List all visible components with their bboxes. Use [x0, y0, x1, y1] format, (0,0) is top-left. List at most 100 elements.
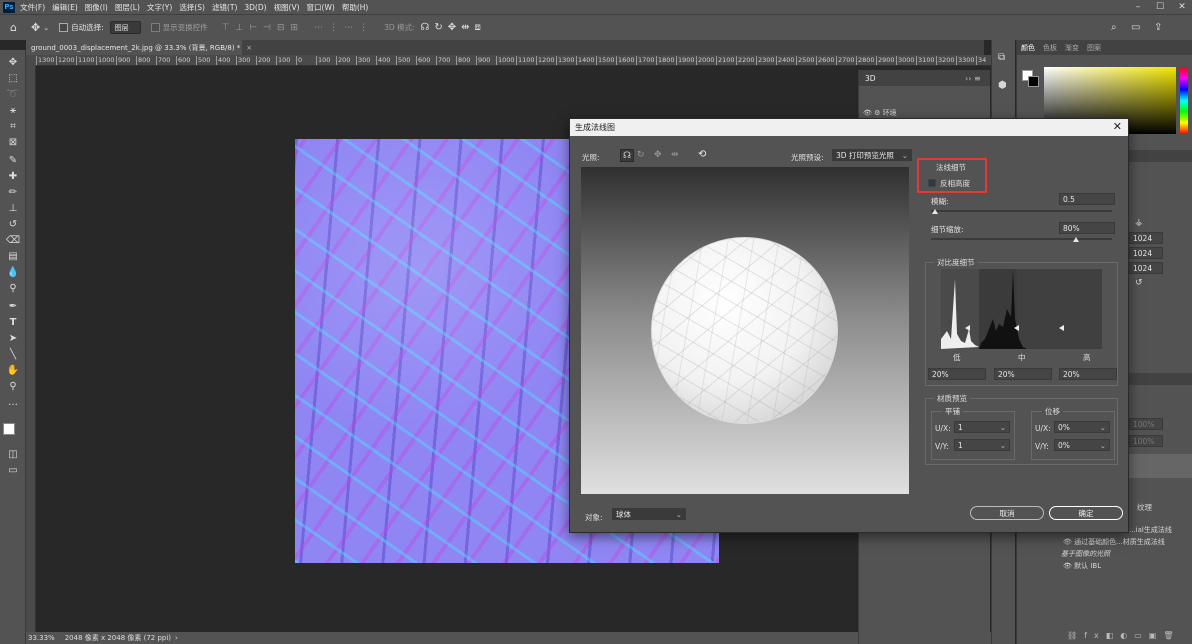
detail-scale-slider-thumb[interactable] [1072, 237, 1079, 242]
tile-v-field[interactable]: 1 ⌄ [954, 439, 1010, 451]
chevron-right-icon[interactable]: › [175, 634, 178, 642]
path-select-icon[interactable]: ➤ [5, 332, 21, 346]
type-tool-icon[interactable]: T [5, 316, 21, 330]
close-window-icon[interactable]: ✕ [1172, 0, 1192, 14]
3d-panel-icon[interactable]: ⬢ [998, 80, 1007, 91]
crop-tool-icon[interactable]: ⌗ [5, 120, 21, 134]
tab-swatches[interactable]: 色板 [1039, 43, 1061, 53]
object-select[interactable]: 球体 ⌄ [612, 508, 686, 520]
healing-brush-icon[interactable]: ✚ [5, 170, 21, 184]
preview-area[interactable] [581, 167, 909, 494]
tab-gradients[interactable]: 渐变 [1061, 43, 1083, 53]
home-icon[interactable]: ⌂ [10, 21, 17, 34]
bg-swatch[interactable] [1028, 76, 1039, 87]
dodge-tool-icon[interactable]: ⚲ [5, 282, 21, 296]
contrast-histogram[interactable] [941, 269, 1102, 349]
brush-tool-icon[interactable]: ✏ [5, 186, 21, 200]
high-field[interactable]: 20% [1059, 368, 1117, 380]
detail-scale-field[interactable]: 80% [1059, 222, 1115, 234]
reset-icon[interactable]: ↺ [1135, 278, 1143, 288]
dialog-close-icon[interactable]: ✕ [1113, 120, 1122, 133]
marquee-tool-icon[interactable]: ⬚ [5, 72, 21, 86]
menu-edit[interactable]: 编辑(E) [52, 2, 78, 13]
gradient-tool-icon[interactable]: ▤ [5, 250, 21, 264]
frame-tool-icon[interactable]: ⊠ [5, 136, 21, 150]
tab-color[interactable]: 颜色 [1017, 43, 1039, 53]
align-icons[interactable]: ⊤⊥⊢⊣⊟⊞ [222, 23, 304, 33]
hand-tool-icon[interactable]: ✋ [5, 364, 21, 378]
drag-light-icon[interactable]: ✥ [654, 150, 662, 160]
light-icon[interactable]: ⚶ [1135, 218, 1143, 228]
sphere-preview[interactable] [651, 237, 838, 424]
rotate-light-icon[interactable]: ☊ [620, 149, 634, 162]
more-tools-icon[interactable]: … [5, 396, 21, 410]
menu-filter[interactable]: 滤镜(T) [212, 2, 237, 13]
pen-tool-icon[interactable]: ✒ [5, 300, 21, 314]
hue-slider[interactable] [1180, 67, 1188, 134]
foreground-color-swatch[interactable] [3, 423, 15, 435]
layer-panel-footer-icons[interactable]: ⛓fx◧◐▭▣🗑 [1067, 631, 1181, 640]
filter-item-2[interactable]: 👁 通过基础颜色...材质生成法线 [1063, 537, 1165, 547]
blur-slider-thumb[interactable] [931, 209, 938, 214]
minimize-icon[interactable]: – [1128, 0, 1148, 14]
slide-light-icon[interactable]: ⇹ [671, 150, 679, 160]
line-tool-icon[interactable]: ╲ [5, 348, 21, 362]
eraser-tool-icon[interactable]: ⌫ [5, 234, 21, 248]
document-tab[interactable]: ground_0003_displacement_2k.jpg @ 33.3% … [26, 40, 252, 55]
show-transform-checkbox[interactable] [150, 23, 160, 32]
zoom-tool-icon[interactable]: ⚲ [5, 380, 21, 394]
reset-light-icon[interactable]: ⟲ [698, 149, 706, 160]
opacity-field[interactable]: 100% [1129, 418, 1163, 430]
menu-help[interactable]: 帮助(H) [342, 2, 369, 13]
env-item[interactable]: 👁 ⚙ 环境 [863, 108, 897, 118]
auto-select-checkbox[interactable] [59, 23, 69, 32]
menu-view[interactable]: 视图(V) [274, 2, 300, 13]
blur-slider-track[interactable] [931, 210, 1112, 212]
roll-light-icon[interactable]: ↻ [637, 150, 645, 160]
menu-image[interactable]: 图像(I) [85, 2, 108, 13]
search-icon[interactable]: ⌕ [1111, 22, 1117, 33]
history-panel-icon[interactable]: ⧉ [998, 52, 1005, 63]
ok-button[interactable]: 确定 [1049, 506, 1123, 520]
layer-select[interactable]: 图层 [109, 21, 141, 34]
eyedropper-icon[interactable]: ✎ [5, 154, 21, 168]
value-field-1[interactable]: 1024 [1129, 232, 1163, 244]
chevron-down-icon[interactable]: ⌄ [43, 24, 49, 32]
layer-thumb-row[interactable] [1129, 454, 1192, 478]
offset-v-field[interactable]: 0% ⌄ [1054, 439, 1110, 451]
menu-3d[interactable]: 3D(D) [244, 3, 266, 12]
detail-scale-slider-track[interactable] [931, 238, 1112, 240]
lasso-tool-icon[interactable]: ➰ [5, 88, 21, 102]
stamp-tool-icon[interactable]: ⊥ [5, 202, 21, 216]
screen-mode-icon[interactable]: ▭ [5, 464, 21, 478]
tab-patterns[interactable]: 图案 [1083, 43, 1105, 53]
3d-mode-icons[interactable]: ☊↻✥⇹⧈ [421, 22, 486, 33]
offset-u-field[interactable]: 0% ⌄ [1054, 421, 1110, 433]
zoom-level[interactable]: 33.33% [28, 634, 55, 642]
blur-field[interactable]: 0.5 [1059, 193, 1115, 205]
distribute-icons[interactable]: ⋯⋮⋯⋮ [314, 23, 374, 33]
move-tool-icon[interactable]: ✥ [5, 56, 21, 70]
menu-layer[interactable]: 图层(L) [115, 2, 140, 13]
fill-field[interactable]: 100% [1129, 435, 1163, 447]
close-tab-icon[interactable]: × [246, 44, 252, 52]
value-field-2[interactable]: 1024 [1129, 247, 1163, 259]
light-preset-select[interactable]: 3D 打印预览光照 ⌄ [832, 149, 912, 161]
tile-u-field[interactable]: 1 ⌄ [954, 421, 1010, 433]
low-field[interactable]: 20% [928, 368, 986, 380]
menu-file[interactable]: 文件(F) [20, 2, 45, 13]
menu-type[interactable]: 文字(Y) [147, 2, 172, 13]
maximize-icon[interactable]: ☐ [1150, 0, 1170, 14]
history-brush-icon[interactable]: ↺ [5, 218, 21, 232]
share-icon[interactable]: ⇪ [1154, 22, 1162, 33]
quick-mask-icon[interactable]: ◫ [5, 448, 21, 462]
default-ibl-item[interactable]: 👁 默认 IBL [1063, 561, 1101, 571]
move-tool-icon[interactable]: ✥ [31, 21, 40, 34]
menu-select[interactable]: 选择(S) [179, 2, 205, 13]
value-field-3[interactable]: 1024 [1129, 262, 1163, 274]
mid-field[interactable]: 20% [994, 368, 1052, 380]
menu-window[interactable]: 窗口(W) [307, 2, 335, 13]
filter-item-1[interactable]: ...ial生成法线 [1129, 525, 1172, 535]
workspace-icon[interactable]: ▭ [1131, 22, 1140, 33]
magic-wand-icon[interactable]: ⚹ [5, 104, 21, 118]
